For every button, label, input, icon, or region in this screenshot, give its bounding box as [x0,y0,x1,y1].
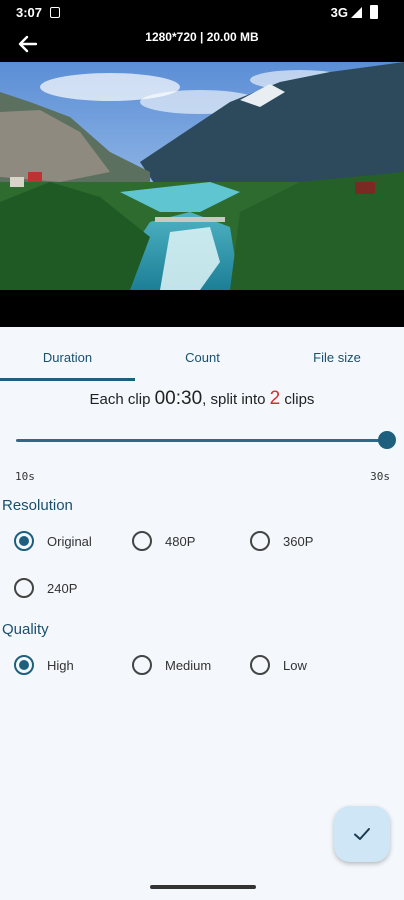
radio-unchecked-icon [250,655,270,675]
radio-checked-icon [14,531,34,551]
quality-option-medium[interactable]: Medium [132,652,211,678]
notification-icon [50,7,60,18]
resolution-option-240p[interactable]: 240P [14,575,77,601]
slider-max-label: 30s [370,470,390,483]
radio-unchecked-icon [132,531,152,551]
resolution-option-360p[interactable]: 360P [250,528,313,554]
radio-label: Low [283,657,307,673]
radio-label: Medium [165,657,212,673]
top-bar: 1280*720 | 20.00 MB [0,26,404,62]
radio-checked-icon [14,655,34,675]
slider-track [16,439,380,442]
radio-unchecked-icon [250,531,270,551]
signal-icon [351,7,362,18]
radio-unchecked-icon [14,578,34,598]
resolution-option-480p[interactable]: 480P [132,528,195,554]
gesture-nav-bar[interactable] [150,885,256,889]
duration-slider[interactable] [16,428,396,452]
radio-label: High [47,657,74,673]
radio-label: 480P [165,533,196,549]
quality-option-high[interactable]: High [14,652,74,678]
video-info: 1280*720 | 20.00 MB [145,30,259,44]
tab-count[interactable]: Count [135,327,270,381]
slider-min-label: 10s [15,470,35,483]
summary-prefix: Each clip [89,391,155,408]
quality-option-low[interactable]: Low [250,652,307,678]
landscape-thumbnail [0,62,404,327]
radio-label: 240P [47,580,78,596]
resolution-option-original[interactable]: Original [14,528,92,554]
radio-label: Original [47,533,92,549]
slider-thumb[interactable] [378,431,396,449]
tab-file-size[interactable]: File size [270,327,404,381]
battery-icon [370,5,378,19]
check-icon [354,828,370,840]
network-type: 3G [330,5,348,20]
clip-count: 2 [269,388,281,409]
summary-suffix: clips [280,391,315,408]
tab-duration[interactable]: Duration [0,327,135,381]
clip-duration: 00:30 [154,388,203,409]
radio-label: 360P [283,533,314,549]
split-summary: Each clip 00:30, split into 2 clips [0,388,404,410]
status-bar: 3:07 3G [0,0,404,26]
resolution-title: Resolution [2,497,73,514]
status-time: 3:07 [16,5,43,20]
quality-title: Quality [2,621,49,638]
video-preview[interactable] [0,62,404,327]
summary-middle: , split into [202,391,270,408]
radio-unchecked-icon [132,655,152,675]
confirm-button[interactable] [334,806,390,862]
tab-indicator [0,378,135,381]
split-mode-tabs: Duration Count File size [0,327,404,381]
